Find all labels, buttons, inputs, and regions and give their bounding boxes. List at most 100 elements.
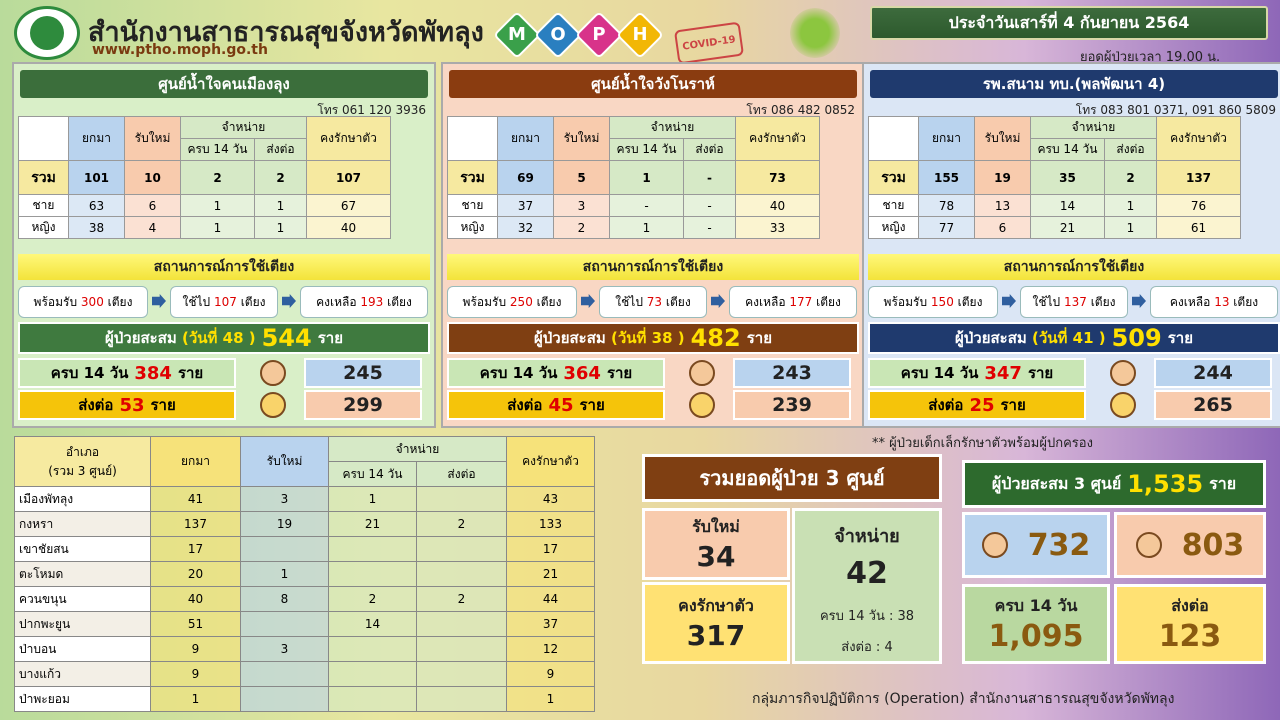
- beds-remaining: คงเหลือ 177 เตียง: [729, 286, 857, 318]
- center-cumulative: ผู้ป่วยสะสม (วันที่ 38 ) 482 ราย: [447, 322, 859, 354]
- district-cell: [416, 486, 507, 512]
- beds-remaining: คงเหลือ 193 เตียง: [300, 286, 428, 318]
- girl-icon: [1135, 532, 1162, 558]
- arrow-icon: [711, 294, 725, 308]
- district-cell: [328, 661, 417, 687]
- website[interactable]: www.ptho.moph.go.th: [92, 42, 268, 58]
- total-cell: 2: [1104, 160, 1157, 195]
- girl-icon: [260, 392, 286, 418]
- boy-icon: [689, 360, 715, 386]
- district-cell: 21: [506, 561, 595, 587]
- total-cell: 107: [306, 160, 391, 195]
- district-cell: [416, 611, 507, 637]
- boy-icon: [981, 532, 1008, 558]
- total-cell: 19: [974, 160, 1031, 195]
- center-boys: 243: [733, 358, 851, 388]
- male-cell: 76: [1156, 194, 1241, 217]
- col-discharge: จำหน่าย: [328, 436, 507, 462]
- total-cell: 35: [1030, 160, 1105, 195]
- female-cell: 2: [553, 216, 610, 239]
- beds-ready: พร้อมรับ 150 เตียง: [868, 286, 998, 318]
- col-refer: ส่งต่อ: [416, 461, 507, 487]
- district-cell: 9: [150, 661, 241, 687]
- center-table: ยกมา รับใหม่ จำหน่าย คงรักษาตัว ครบ 14 วันส…: [868, 116, 1241, 239]
- district-cell: 133: [506, 511, 595, 537]
- footer: กลุ่มภารกิจปฏิบัติการ (Operation) สำนักง…: [752, 691, 1175, 707]
- total-cell: 2: [180, 160, 255, 195]
- district-cell: 43: [506, 486, 595, 512]
- total-cell: 137: [1156, 160, 1241, 195]
- covid-stamp: COVID-19: [673, 21, 745, 65]
- arrow-icon: [152, 294, 166, 308]
- total-cell: 101: [68, 160, 125, 195]
- district-cell: เขาชัยสน: [14, 536, 151, 562]
- male-cell: -: [609, 194, 684, 217]
- summary-discharge-box: จำหน่าย 42 ครบ 14 วัน : 38 ส่งต่อ : 4: [792, 508, 942, 664]
- table-row: ตะโหมด 20 1 21: [14, 561, 595, 587]
- district-cell: 2: [328, 586, 417, 612]
- virus-icon: [790, 8, 840, 58]
- district-cell: 37: [506, 611, 595, 637]
- district-cell: [328, 561, 417, 587]
- total-cell: -: [683, 160, 736, 195]
- female-cell: 33: [735, 216, 820, 239]
- district-cell: [416, 536, 507, 562]
- boy-icon: [260, 360, 286, 386]
- center-refer: ส่งต่อ 53 ราย: [18, 390, 236, 420]
- center-title: ศูนย์น้ำใจคนเมืองลุง: [20, 70, 428, 98]
- col-carry: ยกมา: [150, 436, 241, 487]
- district-cell: ป่าพะยอม: [14, 686, 151, 712]
- moph-o-badge: O: [533, 10, 583, 60]
- district-cell: 3: [240, 486, 329, 512]
- center-full14: ครบ 14 วัน 384 ราย: [18, 358, 236, 388]
- district-cell: 12: [506, 636, 595, 662]
- center-title: ศูนย์น้ำใจวังโนราห์: [449, 70, 857, 98]
- district-cell: 3: [240, 636, 329, 662]
- district-cell: [416, 561, 507, 587]
- col-full14: ครบ 14 วัน: [328, 461, 417, 487]
- center-full14: ครบ 14 วัน 347 ราย: [868, 358, 1086, 388]
- center-full14: ครบ 14 วัน 364 ราย: [447, 358, 665, 388]
- total-cell: 1: [609, 160, 684, 195]
- male-cell: 3: [553, 194, 610, 217]
- center-panel: รพ.สนาม ทบ.(พลพัฒนา 4) โทร 083 801 0371,…: [862, 62, 1280, 428]
- district-cell: 9: [506, 661, 595, 687]
- table-row: เขาชัยสน 17 17: [14, 536, 595, 562]
- center-panel: ศูนย์น้ำใจวังโนราห์ โทร 086 482 0852 ยกม…: [441, 62, 865, 428]
- total-cell: 73: [735, 160, 820, 195]
- total-cell: 155: [918, 160, 975, 195]
- beds-used: ใช้ไป 137 เตียง: [1020, 286, 1128, 318]
- center-refer: ส่งต่อ 45 ราย: [447, 390, 665, 420]
- date-banner: ประจำวันเสาร์ที่ 4 กันยายน 2564: [870, 6, 1268, 40]
- summary-remain-box: คงรักษาตัว 317: [642, 582, 790, 664]
- district-cell: กงหรา: [14, 511, 151, 537]
- female-cell: 1: [609, 216, 684, 239]
- total-boys-box: 732: [962, 512, 1110, 578]
- center-table: ยกมา รับใหม่ จำหน่าย คงรักษาตัว ครบ 14 วันส…: [447, 116, 820, 239]
- district-cell: [240, 686, 329, 712]
- district-cell: 14: [328, 611, 417, 637]
- district-cell: 51: [150, 611, 241, 637]
- district-cell: 1: [506, 686, 595, 712]
- summary-new-box: รับใหม่ 34: [642, 508, 790, 580]
- male-cell: 13: [974, 194, 1031, 217]
- beds-ready: พร้อมรับ 300 เตียง: [18, 286, 148, 318]
- total-cell: 10: [124, 160, 181, 195]
- district-cell: 137: [150, 511, 241, 537]
- girl-icon: [1110, 392, 1136, 418]
- district-cell: 1: [328, 486, 417, 512]
- table-row: ปากพะยูน 51 14 37: [14, 611, 595, 637]
- female-cell: 1: [180, 216, 255, 239]
- center-boys: 245: [304, 358, 422, 388]
- female-cell: 6: [974, 216, 1031, 239]
- beds-remaining: คงเหลือ 13 เตียง: [1150, 286, 1278, 318]
- district-cell: ป่าบอน: [14, 636, 151, 662]
- district-table: อำเภอ (รวม 3 ศูนย์) ยกมา รับใหม่ จำหน่าย …: [14, 436, 595, 712]
- male-cell: 6: [124, 194, 181, 217]
- table-row: บางแก้ว 9 9: [14, 661, 595, 687]
- total-cell: 69: [497, 160, 554, 195]
- bed-status-title: สถานการณ์การใช้เตียง: [18, 254, 430, 280]
- center-girls: 239: [733, 390, 851, 420]
- moph-logo: [14, 6, 80, 60]
- total-full14-box: ครบ 14 วัน 1,095: [962, 584, 1110, 664]
